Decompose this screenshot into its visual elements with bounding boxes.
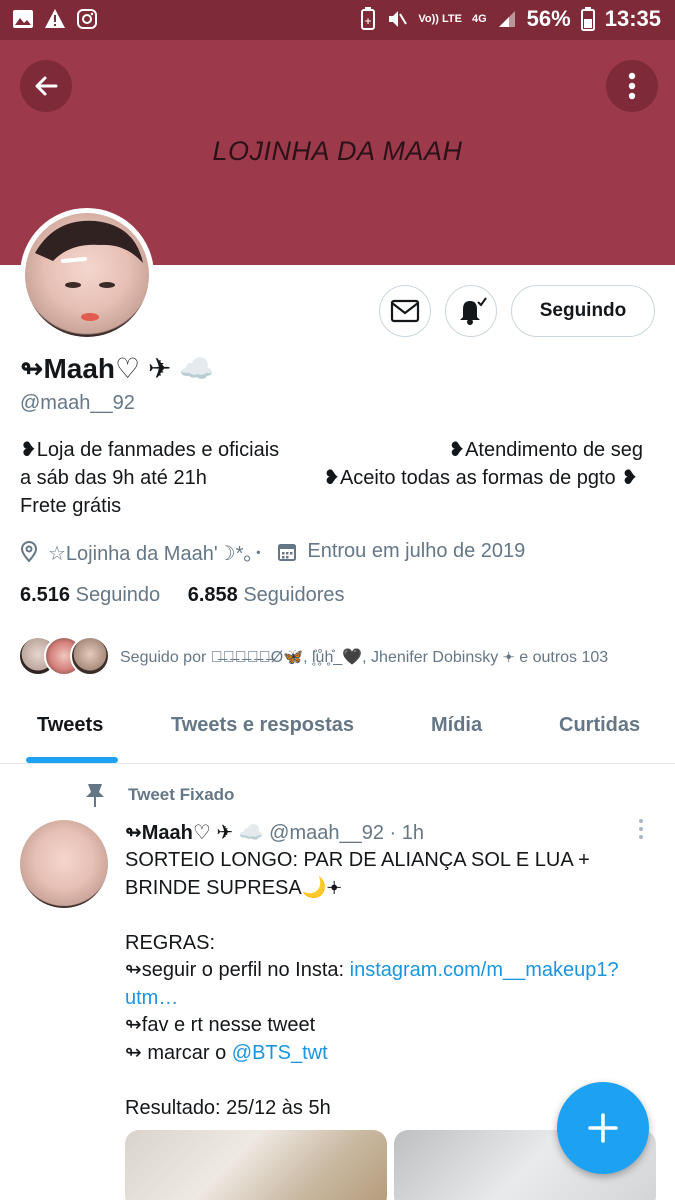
clock: 13:35	[604, 6, 661, 31]
profile-handle: @maah__92	[20, 392, 135, 414]
bio-text: ❥Aceito todas as formas de pgto ❥	[323, 467, 638, 489]
tweet-line: ↬seguir o perfil no Insta:	[125, 959, 350, 981]
bio-text: ❥Atendimento de seg	[448, 439, 643, 461]
tab-likes[interactable]: Curtidas	[559, 714, 640, 737]
tweet-text: SORTEIO LONGO: PAR DE ALIANÇA SOL E LUA …	[125, 847, 655, 1122]
follow-counts: 6.516 Seguindo 6.858 Seguidores	[20, 584, 367, 607]
profile-tabs: Tweets Tweets e respostas Mídia Curtidas	[0, 700, 675, 764]
mail-icon	[390, 299, 420, 323]
battery-saver-icon: +	[361, 7, 376, 30]
profile-avatar[interactable]	[20, 208, 154, 342]
gallery-icon	[13, 10, 33, 28]
mention-link[interactable]: @BTS_twt	[232, 1042, 328, 1064]
tweet-header: ↬Maah♡ ✈ ☁️ @maah__92 · 1h	[125, 820, 424, 845]
followers-count-link[interactable]: 6.858 Seguidores	[188, 584, 345, 606]
tweet-time: · 1h	[389, 822, 425, 844]
following-button[interactable]: Seguindo	[511, 285, 655, 337]
profile-bio: ❥Loja de fanmades e oficiais ❥Atendiment…	[20, 436, 660, 520]
message-button[interactable]	[379, 285, 431, 337]
followers-count: 6.858	[187, 584, 238, 606]
back-arrow-icon	[35, 76, 58, 96]
warning-icon	[45, 9, 65, 28]
tab-media[interactable]: Mídia	[431, 714, 482, 737]
following-label: Seguindo	[75, 584, 161, 606]
back-button[interactable]	[20, 60, 72, 112]
tweet-line: BRINDE SUPRESA🌙𖥔	[125, 876, 342, 899]
status-bar: + Vo)) LTE 4G 56% 13:35	[0, 0, 675, 40]
network-indicator: 4G	[471, 12, 487, 25]
more-vertical-icon	[639, 819, 643, 839]
banner-title: LOJINHA DA MAAH	[212, 136, 463, 166]
tweet-author-handle: @maah__92	[269, 822, 384, 844]
tweet-line: ↬fav e rt nesse tweet	[125, 1014, 316, 1036]
volte-indicator: Vo)) LTE	[418, 12, 462, 25]
tweet-media-image[interactable]	[125, 1130, 387, 1200]
pin-icon	[86, 784, 104, 807]
tab-tweets-and-replies[interactable]: Tweets e respostas	[171, 714, 354, 737]
tweet-avatar[interactable]	[20, 820, 108, 908]
plus-icon	[588, 1113, 618, 1143]
pinned-label: Tweet Fixado	[128, 785, 235, 804]
pinned-label-row: Tweet Fixado	[84, 782, 234, 808]
svg-text:+: +	[365, 17, 373, 27]
signal-icon	[498, 11, 515, 27]
bio-text: a sáb das 9h até 21h	[20, 467, 207, 489]
tweet-line: REGRAS:	[125, 931, 216, 954]
followed-by-text: Seguido por ꉓ̶ꀎ̶ꀤ̶ꈤ̶ꃅ̶Ø🦋, l̥̊ů̥h̥̊_🖤, Jh…	[120, 649, 609, 666]
followed-by[interactable]: Seguido por ꉓ̶ꀎ̶ꀤ̶ꈤ̶ꃅ̶Ø🦋, l̥̊ů̥h̥̊_🖤, Jh…	[18, 636, 608, 676]
notifications-button[interactable]	[445, 285, 497, 337]
tab-tweets[interactable]: Tweets	[37, 714, 103, 737]
tweet-link[interactable]: utm…	[125, 987, 178, 1009]
tweet-line: SORTEIO LONGO: PAR DE ALIANÇA SOL E LUA …	[125, 849, 590, 871]
more-options-button[interactable]	[606, 60, 658, 112]
bell-icon	[460, 297, 487, 325]
following-count: 6.516	[20, 584, 71, 606]
tweet-author-name[interactable]: ↬Maah♡ ✈ ☁️	[125, 822, 264, 844]
avatar-image	[25, 213, 149, 337]
compose-tweet-button[interactable]	[557, 1082, 649, 1174]
active-tab-indicator	[26, 757, 118, 763]
more-vertical-icon	[628, 72, 636, 100]
mute-icon	[389, 11, 408, 27]
profile-joined: Entrou em julho de 2019	[307, 540, 526, 562]
profile-location: ☆Lojinha da Maah'☽*｡･	[48, 543, 264, 565]
location-icon	[20, 540, 38, 563]
battery-icon	[580, 7, 595, 31]
tweet-options-button[interactable]	[636, 818, 646, 845]
profile-meta: ☆Lojinha da Maah'☽*｡･ Entrou em julho de…	[20, 537, 539, 566]
tweet-link[interactable]: instagram.com/m__makeup1?	[350, 959, 619, 981]
tweet-line: ↬ marcar o	[125, 1041, 232, 1064]
followers-label: Seguidores	[243, 584, 345, 606]
avatar	[70, 636, 110, 676]
instagram-icon	[77, 9, 97, 29]
battery-percent: 56%	[526, 6, 571, 31]
profile-name: ↬Maah♡ ✈ ☁️	[20, 353, 215, 384]
calendar-icon	[278, 543, 297, 561]
bio-text: Frete grátis	[20, 495, 122, 517]
following-count-link[interactable]: 6.516 Seguindo	[20, 584, 160, 606]
bio-text: ❥Loja de fanmades e oficiais	[20, 439, 280, 461]
